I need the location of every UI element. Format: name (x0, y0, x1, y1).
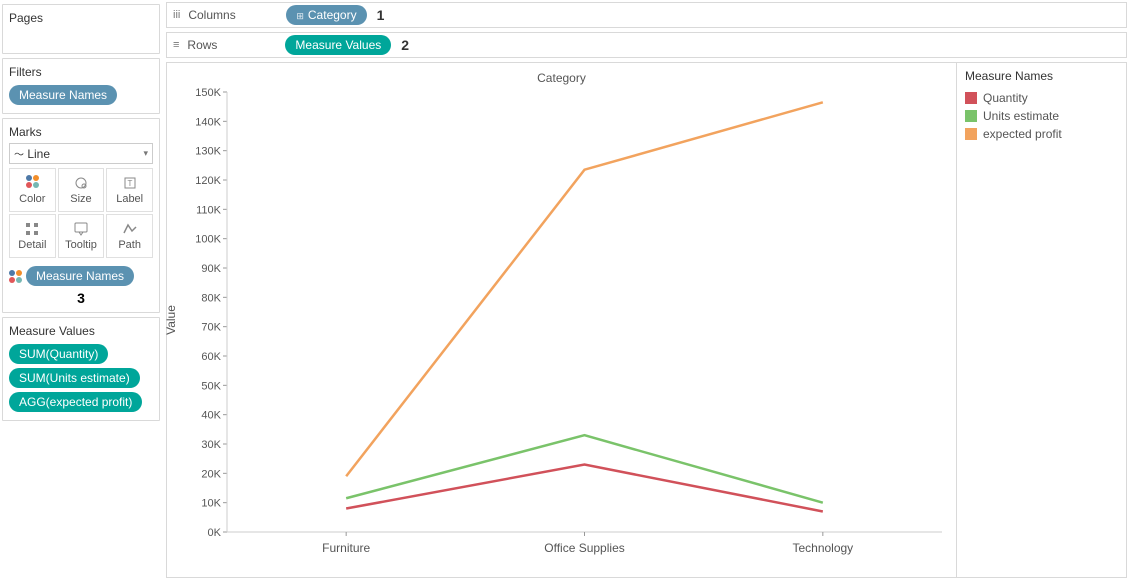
chart-svg: 0K 10K 20K 30K 40K 50K 60K 70K 80K 90K 100K 110K 120… (167, 87, 952, 577)
marks-color-label: Color (19, 193, 45, 205)
columns-label: Columns (188, 8, 278, 22)
legend-item[interactable]: Quantity (965, 89, 1118, 107)
pages-title: Pages (9, 11, 153, 25)
svg-text:10K: 10K (201, 498, 221, 510)
svg-text:150K: 150K (195, 87, 221, 99)
annotation-1: 1 (377, 7, 385, 23)
svg-text:120K: 120K (195, 175, 221, 187)
filters-card: Filters Measure Names (2, 58, 160, 114)
svg-text:110K: 110K (196, 204, 222, 216)
color-dots-icon (9, 270, 22, 283)
svg-text:60K: 60K (201, 351, 221, 363)
legend-item[interactable]: Units estimate (965, 107, 1118, 125)
y-axis-label: Value (164, 305, 178, 335)
legend: Measure Names Quantity Units estimate expe… (956, 63, 1126, 577)
annotation-3: 3 (9, 290, 153, 306)
svg-text:Office Supplies: Office Supplies (544, 541, 625, 555)
filters-title: Filters (9, 65, 153, 79)
svg-text:140K: 140K (195, 116, 221, 128)
svg-text:70K: 70K (201, 322, 221, 334)
svg-text:80K: 80K (201, 292, 221, 304)
legend-swatch (965, 128, 977, 140)
legend-item[interactable]: expected profit (965, 125, 1118, 143)
svg-text:0K: 0K (208, 527, 222, 539)
marks-tooltip-label: Tooltip (65, 239, 97, 251)
expand-icon: ⊞ (296, 11, 304, 21)
svg-text:T: T (127, 179, 132, 188)
svg-text:40K: 40K (201, 410, 221, 422)
legend-swatch (965, 92, 977, 104)
svg-text:Furniture: Furniture (322, 541, 370, 555)
legend-label: expected profit (983, 127, 1062, 141)
chart-area: Category Value 0K 10K 20K 30K 40K 50K 60K 70K 80… (166, 62, 1127, 578)
color-icon (26, 175, 39, 191)
marks-path-label: Path (118, 239, 141, 251)
rows-label: Rows (187, 38, 277, 52)
chart-title: Category (167, 63, 956, 87)
marks-detail-label: Detail (18, 239, 46, 251)
marks-card: Marks 〜 Line ▾ Color Size T Label (2, 118, 160, 313)
pages-card: Pages (2, 4, 160, 54)
legend-title: Measure Names (965, 69, 1118, 83)
columns-shelf[interactable]: iii Columns ⊞ Category 1 (166, 2, 1127, 28)
chart-box: Category Value 0K 10K 20K 30K 40K 50K 60K 70K 80… (167, 63, 956, 577)
legend-label: Quantity (983, 91, 1028, 105)
rows-shelf[interactable]: ≡ Rows Measure Values 2 (166, 32, 1127, 58)
marks-size-button[interactable]: Size (58, 168, 105, 212)
chevron-down-icon: ▾ (143, 148, 148, 159)
marks-grid: Color Size T Label Detail Tooltip Path (9, 168, 153, 258)
measure-values-card: Measure Values SUM(Quantity) SUM(Units e… (2, 317, 160, 421)
marks-tooltip-button[interactable]: Tooltip (58, 214, 105, 258)
marks-label-button[interactable]: T Label (106, 168, 153, 212)
mv-pill-quantity[interactable]: SUM(Quantity) (9, 344, 108, 364)
size-icon (73, 175, 89, 191)
measure-values-title: Measure Values (9, 324, 153, 338)
mark-type-label: Line (27, 147, 50, 161)
filter-pill-measure-names[interactable]: Measure Names (9, 85, 117, 105)
marks-size-label: Size (70, 193, 91, 205)
columns-pill-category[interactable]: ⊞ Category (286, 5, 366, 25)
mark-type-dropdown[interactable]: 〜 Line ▾ (9, 143, 153, 164)
marks-color-assignment: Measure Names (9, 264, 153, 288)
marks-detail-button[interactable]: Detail (9, 214, 56, 258)
sidebar: Pages Filters Measure Names Marks 〜 Line… (0, 0, 162, 571)
marks-label-label: Label (116, 193, 143, 205)
svg-text:130K: 130K (195, 146, 221, 158)
legend-label: Units estimate (983, 109, 1059, 123)
path-icon (122, 221, 138, 237)
svg-text:30K: 30K (201, 439, 221, 451)
columns-icon: iii (173, 9, 180, 21)
legend-swatch (965, 110, 977, 122)
mv-pill-units-estimate[interactable]: SUM(Units estimate) (9, 368, 140, 388)
mv-pill-expected-profit[interactable]: AGG(expected profit) (9, 392, 142, 412)
marks-path-button[interactable]: Path (106, 214, 153, 258)
columns-pill-label: Category (308, 8, 357, 22)
rows-icon: ≡ (173, 39, 179, 51)
svg-text:100K: 100K (195, 234, 221, 246)
svg-text:50K: 50K (201, 380, 221, 392)
tooltip-icon (73, 221, 89, 237)
annotation-2: 2 (401, 37, 409, 53)
label-icon: T (122, 175, 138, 191)
rows-pill-measure-values[interactable]: Measure Values (285, 35, 391, 55)
marks-color-button[interactable]: Color (9, 168, 56, 212)
marks-title: Marks (9, 125, 153, 139)
svg-text:90K: 90K (201, 263, 221, 275)
svg-text:Technology: Technology (792, 541, 853, 555)
marks-color-pill[interactable]: Measure Names (26, 266, 134, 286)
detail-icon (24, 221, 40, 237)
svg-text:20K: 20K (201, 468, 221, 480)
main-area: iii Columns ⊞ Category 1 ≡ Rows Measure V… (162, 0, 1131, 571)
